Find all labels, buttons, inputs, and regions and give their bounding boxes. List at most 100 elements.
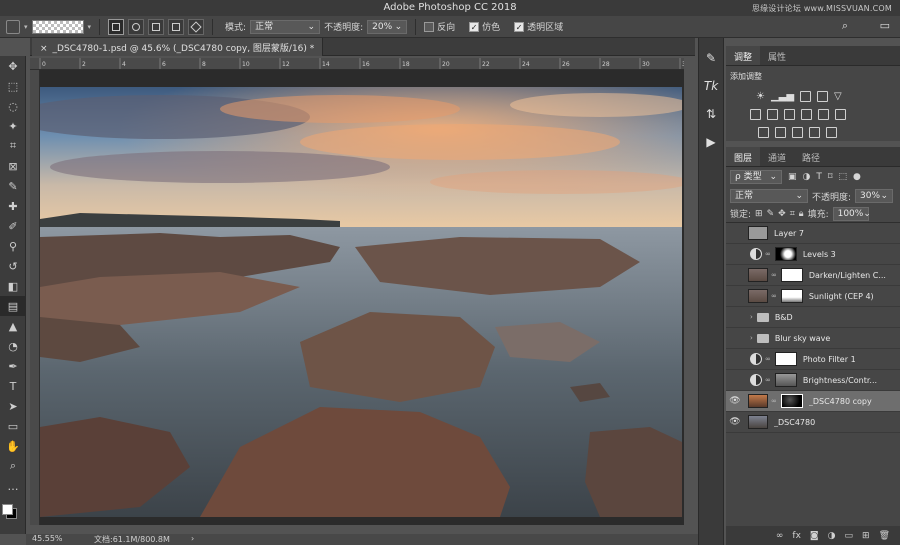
blur-tool-icon[interactable]: ▲ [0,316,26,336]
eraser-tool-icon[interactable]: ◧ [0,276,26,296]
lock-artboard-icon[interactable]: ⌗ [790,209,795,219]
eye-icon[interactable]: 👁︎ [726,396,744,406]
new-adjustment-icon[interactable]: ◑ [828,531,836,541]
move-tool-icon[interactable]: ✥ [0,56,26,76]
lock-all-icon[interactable]: 🔒︎ [799,209,804,219]
channel-mixer-icon[interactable] [818,108,829,120]
selective-color-icon[interactable] [809,126,820,138]
layer-row[interactable]: ∞ Sunlight (CEP 4) [726,286,900,307]
exposure-icon[interactable] [817,90,829,102]
foreground-color-swatch[interactable] [2,504,13,515]
trash-icon[interactable]: 🗑︎ [879,531,890,541]
layer-row[interactable]: ∞ Darken/Lighten C... [726,265,900,286]
radial-gradient-icon[interactable] [128,18,145,35]
brush-tool-icon[interactable]: ✐ [0,216,26,236]
color-swatches[interactable] [0,496,25,522]
new-group-icon[interactable]: ▭ [845,531,854,541]
zoom-tool-icon[interactable]: ⌕ [0,456,26,476]
tool-preset-icon[interactable] [6,19,20,34]
lock-image-icon[interactable]: ✎ [767,209,775,219]
link-icon[interactable]: ∞ [765,355,771,363]
status-menu-arrow[interactable]: › [191,534,194,543]
tab-properties[interactable]: 属性 [760,46,794,65]
diamond-gradient-icon[interactable] [188,18,205,35]
layer-row-selected[interactable]: 👁︎ ∞ _DSC4780 copy [726,391,900,412]
pen-tool-icon[interactable]: ✒ [0,356,26,376]
frame-tool-icon[interactable]: ⊠ [0,156,26,176]
eye-icon[interactable]: 👁︎ [726,417,744,427]
workspace-icon[interactable]: ▭ [880,19,890,32]
hand-tool-icon[interactable]: ✋ [0,436,26,456]
layer-mask-thumbnail[interactable] [774,247,797,261]
vibrance-icon[interactable]: ▽ [834,91,842,102]
canvas-photo[interactable] [40,87,682,517]
layer-mask-thumbnail[interactable] [774,352,797,366]
hue-saturation-icon[interactable] [750,108,761,120]
reverse-checkbox[interactable]: 反向 [424,20,455,33]
magic-wand-tool-icon[interactable]: ✦ [0,116,26,136]
posterize-icon[interactable] [775,126,786,138]
actions-play-icon[interactable]: ▶ [699,128,723,156]
color-lookup-icon[interactable] [835,108,846,120]
search-icon[interactable]: ⌕ [842,19,848,33]
layer-filter-select[interactable]: ρ 类型 ⌄ [730,170,782,184]
layer-row[interactable]: ∞ Levels 3 [726,244,900,265]
new-layer-icon[interactable]: ⊞ [862,531,870,541]
levels-icon[interactable]: ▁▃▅ [771,91,794,102]
blend-mode-select[interactable]: 正常 ⌄ [730,189,808,203]
link-icon[interactable]: ∞ [765,376,771,384]
filter-pixel-icon[interactable]: ▣ [788,172,797,182]
layer-mask-thumbnail[interactable] [780,394,803,408]
path-selection-tool-icon[interactable]: ➤ [0,396,26,416]
angle-gradient-icon[interactable] [148,18,165,35]
layer-row[interactable]: ∞ Photo Filter 1 [726,349,900,370]
filter-smart-icon[interactable]: ⬚ [839,172,848,182]
link-layers-icon[interactable]: ∞ [776,531,784,541]
more-tools-icon[interactable]: … [0,476,26,496]
crop-tool-icon[interactable]: ⌗ [0,136,26,156]
layer-mask-thumbnail[interactable] [780,268,803,282]
dither-checkbox[interactable]: ✓ 仿色 [469,20,500,33]
fill-field[interactable]: 100% ⌄ [832,206,871,221]
layer-opacity-field[interactable]: 30% ⌄ [855,189,894,203]
brightness-contrast-icon[interactable]: ☀ [756,91,765,102]
tab-channels[interactable]: 通道 [760,147,794,166]
chevron-down-icon[interactable]: ▾ [24,23,28,31]
threshold-icon[interactable] [792,126,803,138]
dodge-tool-icon[interactable]: ◔ [0,336,26,356]
linear-gradient-icon[interactable] [108,18,125,35]
link-icon[interactable]: ∞ [765,250,771,258]
chevron-right-icon[interactable]: › [750,313,753,321]
fx-icon[interactable]: fx [792,531,801,541]
color-balance-icon[interactable] [767,108,778,120]
chevron-right-icon[interactable]: › [750,334,753,342]
tab-adjustments[interactable]: 调整 [726,46,761,65]
chevron-down-icon[interactable]: ▾ [88,23,92,31]
layer-mask-thumbnail[interactable] [774,373,797,387]
black-white-icon[interactable] [784,108,795,120]
lasso-tool-icon[interactable]: ◌ [0,96,26,116]
gradient-picker[interactable] [31,19,84,34]
layer-row[interactable]: 👁︎ _DSC4780 [726,412,900,433]
add-mask-icon[interactable]: ◙ [810,531,819,541]
reflected-gradient-icon[interactable] [168,18,185,35]
character-panel-icon[interactable]: Tk [699,72,723,100]
layer-mask-thumbnail[interactable] [780,289,803,303]
lock-position-icon[interactable]: ✥ [778,209,786,219]
shape-tool-icon[interactable]: ▭ [0,416,26,436]
eyedropper-tool-icon[interactable]: ✎ [0,176,26,196]
gradient-tool-icon[interactable]: ▤ [0,296,26,316]
curves-icon[interactable] [800,90,812,102]
tab-layers[interactable]: 图层 [726,147,761,166]
filter-toggle-icon[interactable]: ● [853,172,861,182]
mode-select[interactable]: 正常 ⌄ [250,19,321,34]
layer-group-row[interactable]: › Blur sky wave [726,328,900,349]
lock-transparent-icon[interactable]: ⊞ [755,209,763,219]
link-icon[interactable]: ∞ [771,271,777,279]
filter-type-icon[interactable]: T [816,172,822,182]
clone-stamp-tool-icon[interactable]: ⚲ [0,236,26,256]
filter-adjustment-icon[interactable]: ◑ [803,172,811,182]
transparency-checkbox[interactable]: ✓ 透明区域 [514,20,563,33]
healing-brush-tool-icon[interactable]: ✚ [0,196,26,216]
filter-shape-icon[interactable]: ⌑ [828,172,833,182]
